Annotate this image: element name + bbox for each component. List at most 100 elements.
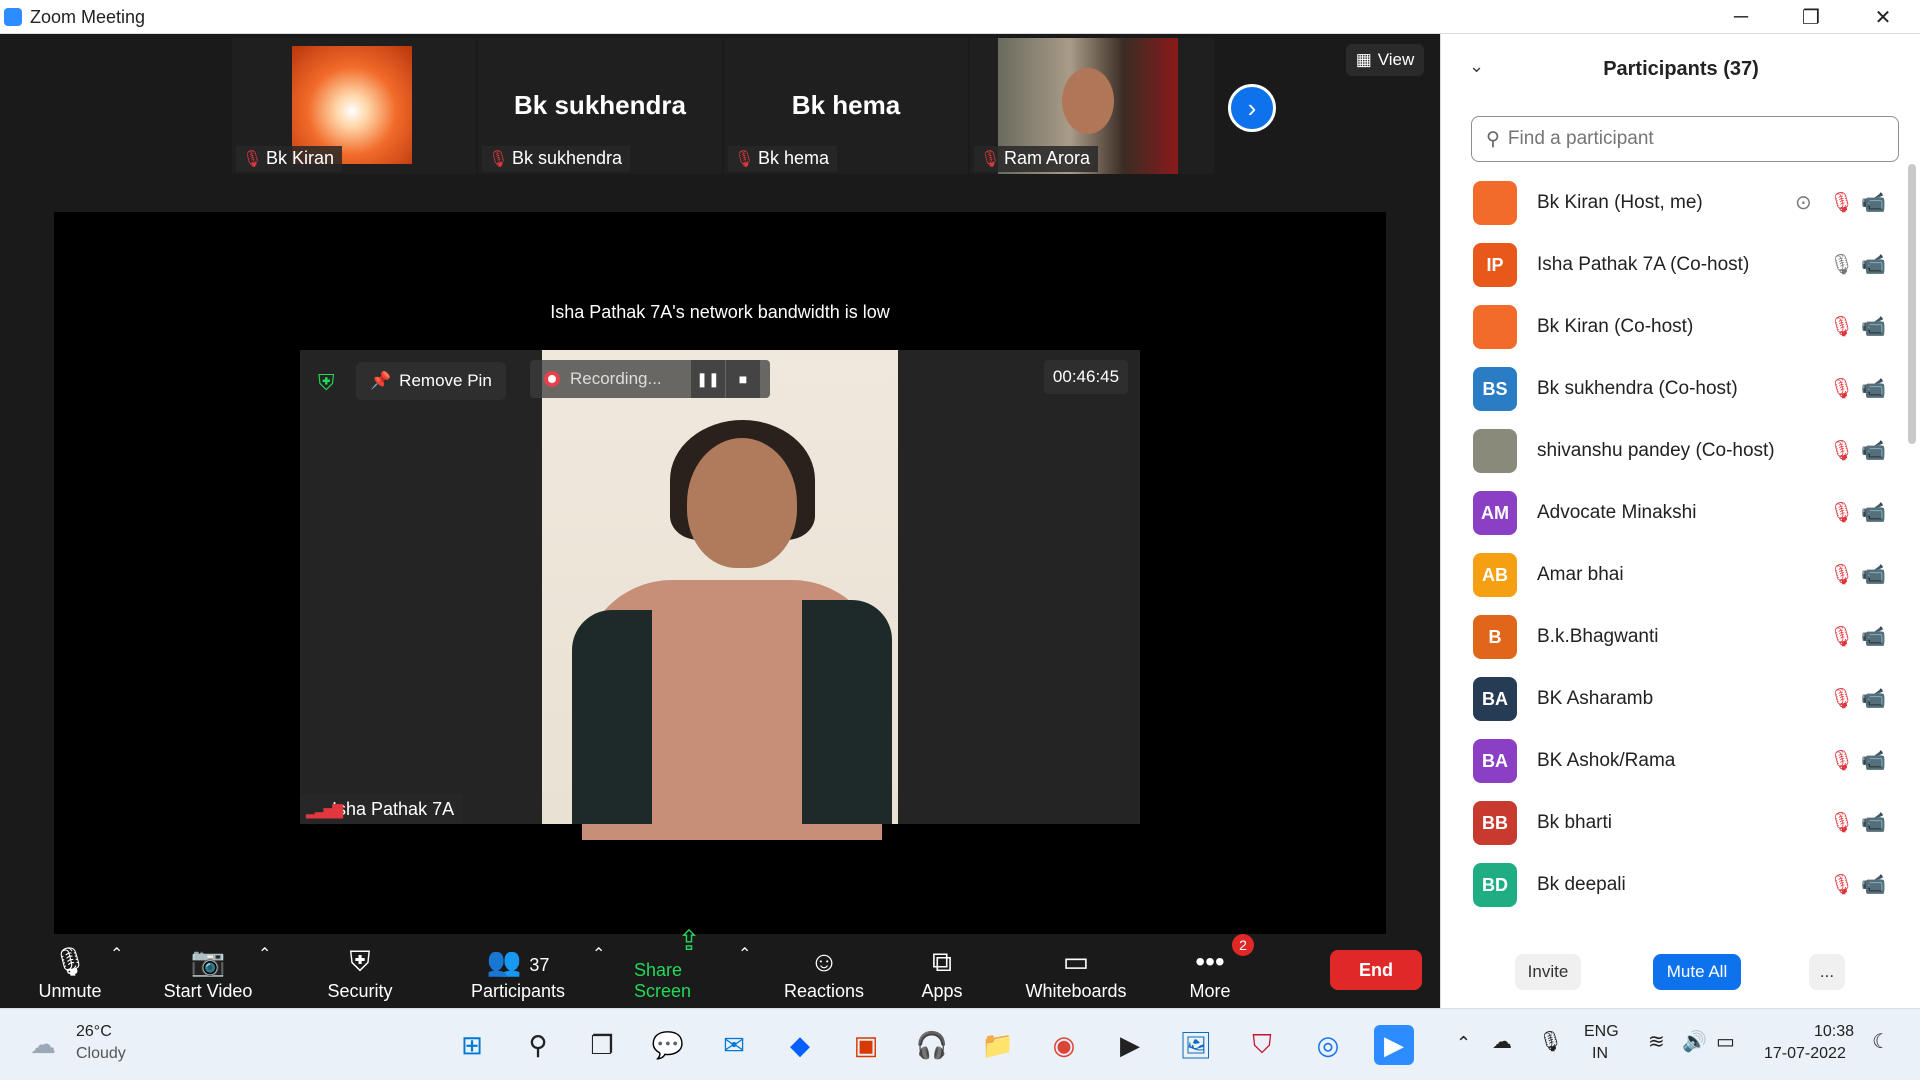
pause-recording-button[interactable]: ❚❚ xyxy=(691,360,725,398)
participant-row[interactable]: BA BK Asharamb 🎙 📹 xyxy=(1441,668,1901,730)
mic-muted-icon[interactable]: 🎙 xyxy=(1829,438,1854,463)
start-video-button[interactable]: 📷 Start Video xyxy=(158,934,258,1008)
mic-muted-icon[interactable]: 🎙 xyxy=(1829,624,1854,649)
media-player-icon[interactable]: ▶ xyxy=(1110,1025,1150,1065)
language-region[interactable]: IN xyxy=(1592,1045,1608,1063)
focus-moon-icon[interactable]: ☾ xyxy=(1872,1029,1890,1054)
participant-name: Ram Arora xyxy=(1004,148,1091,168)
chrome-icon[interactable]: ◉ xyxy=(1044,1025,1084,1065)
photos-icon[interactable]: 🖼 xyxy=(1176,1025,1216,1065)
mic-muted-icon[interactable]: 🎙 xyxy=(1829,810,1854,835)
battery-icon[interactable]: ▭ xyxy=(1716,1029,1735,1054)
search-icon[interactable]: ⚲ xyxy=(518,1025,558,1065)
mail-icon[interactable]: ✉ xyxy=(714,1025,754,1065)
dropbox-icon[interactable]: ◆ xyxy=(780,1025,820,1065)
participant-row[interactable]: Bk Kiran (Host, me) ⊙ 🎙 📹 xyxy=(1441,172,1901,234)
participant-row[interactable]: BS Bk sukhendra (Co-host) 🎙 📹 xyxy=(1441,358,1901,420)
view-button[interactable]: ▦ View xyxy=(1346,44,1424,76)
video-off-icon[interactable]: 📹 xyxy=(1861,624,1886,649)
pinned-video[interactable]: ⛨ 📌 Remove Pin Recording... ❚❚ ■ 00:46:45… xyxy=(300,350,1140,840)
mic-muted-icon[interactable]: 🎙 xyxy=(1829,748,1854,773)
participant-row[interactable]: AB Amar bhai 🎙 📹 xyxy=(1441,544,1901,606)
video-off-icon[interactable]: 📹 xyxy=(1861,562,1886,587)
encryption-shield-icon[interactable]: ⛨ xyxy=(318,370,335,396)
search-input[interactable] xyxy=(1507,128,1868,150)
video-off-icon[interactable]: 📹 xyxy=(1861,872,1886,897)
apps-button[interactable]: ⧉ Apps xyxy=(912,934,972,1008)
show-hidden-icons-chevron[interactable]: ⌃ xyxy=(1456,1033,1471,1054)
participant-search[interactable]: ⚲ xyxy=(1471,116,1899,162)
whiteboards-button[interactable]: ▭ Whiteboards xyxy=(1018,934,1134,1008)
language-code[interactable]: ENG xyxy=(1584,1023,1619,1041)
task-view-icon[interactable]: ❐ xyxy=(582,1025,622,1065)
security-button[interactable]: ⛨ Security xyxy=(320,934,400,1008)
windows-start-icon[interactable]: ⊞ xyxy=(452,1025,492,1065)
participant-row[interactable]: shivanshu pandey (Co-host) 🎙 📹 xyxy=(1441,420,1901,482)
share-options-caret[interactable]: ⌃ xyxy=(738,944,751,964)
weather-description[interactable]: Cloudy xyxy=(76,1045,126,1063)
video-off-icon[interactable]: 📹 xyxy=(1861,686,1886,711)
mic-muted-icon[interactable]: 🎙 xyxy=(1829,686,1854,711)
reactions-button[interactable]: ☺ Reactions xyxy=(782,934,866,1008)
pin-icon: 📌 xyxy=(370,371,392,390)
clock-date[interactable]: 17-07-2022 xyxy=(1764,1045,1846,1063)
mcafee-icon[interactable]: ⛉ xyxy=(1242,1025,1282,1065)
video-off-icon[interactable]: 📹 xyxy=(1861,810,1886,835)
thumbnail-bk-sukhendra[interactable]: Bk sukhendra 🎙 Bk sukhendra xyxy=(478,38,722,174)
video-off-icon[interactable]: 📹 xyxy=(1861,190,1886,215)
mute-all-button[interactable]: Mute All xyxy=(1653,954,1741,990)
participant-row[interactable]: IP Isha Pathak 7A (Co-host) 🎙 📹 xyxy=(1441,234,1901,296)
video-off-icon[interactable]: 📹 xyxy=(1861,500,1886,525)
video-off-icon[interactable]: 📹 xyxy=(1861,376,1886,401)
invite-button[interactable]: Invite xyxy=(1515,954,1581,990)
unmute-button[interactable]: 🎙 Unmute xyxy=(30,934,110,1008)
video-options-caret[interactable]: ⌃ xyxy=(258,944,271,964)
participant-row[interactable]: BD Bk deepali 🎙 📹 xyxy=(1441,854,1901,916)
wifi-icon[interactable]: ≋ xyxy=(1648,1029,1665,1054)
webcam-app-icon[interactable]: ◎ xyxy=(1308,1025,1348,1065)
clock-time[interactable]: 10:38 xyxy=(1814,1023,1854,1041)
teams-chat-icon[interactable]: 💬 xyxy=(648,1025,688,1065)
mic-muted-icon[interactable]: 🎙 xyxy=(1829,872,1854,897)
stop-recording-button[interactable]: ■ xyxy=(726,360,760,398)
mic-icon[interactable]: 🎙 xyxy=(1829,252,1854,277)
weather-temperature[interactable]: 26°C xyxy=(76,1023,112,1041)
video-off-icon[interactable]: 📹 xyxy=(1861,314,1886,339)
more-button[interactable]: ••• More xyxy=(1180,934,1240,1008)
video-icon[interactable]: 📹 xyxy=(1861,252,1886,277)
participant-row[interactable]: BB Bk bharti 🎙 📹 xyxy=(1441,792,1901,854)
thumbnail-bk-hema[interactable]: Bk hema 🎙 Bk hema xyxy=(724,38,968,174)
thumbnail-bk-kiran[interactable]: 🎙 Bk Kiran xyxy=(232,38,476,174)
microphone-icon[interactable]: 🎙 xyxy=(1538,1029,1563,1054)
participants-button[interactable]: 👥 37 Participants xyxy=(466,934,570,1008)
video-off-icon[interactable]: 📹 xyxy=(1861,438,1886,463)
list-scrollbar[interactable] xyxy=(1908,164,1916,444)
audio-options-caret[interactable]: ⌃ xyxy=(110,944,123,964)
mic-muted-icon[interactable]: 🎙 xyxy=(1829,314,1854,339)
mic-muted-icon[interactable]: 🎙 xyxy=(1829,562,1854,587)
more-options-button[interactable]: ... xyxy=(1809,954,1845,990)
restore-button[interactable]: ❐ xyxy=(1776,0,1846,34)
participant-row[interactable]: B B.k.Bhagwanti 🎙 📹 xyxy=(1441,606,1901,668)
participant-row[interactable]: AM Advocate Minakshi 🎙 📹 xyxy=(1441,482,1901,544)
participants-options-caret[interactable]: ⌃ xyxy=(592,944,605,964)
close-button[interactable]: ✕ xyxy=(1848,0,1918,34)
next-page-button[interactable]: › xyxy=(1228,84,1276,132)
onedrive-icon[interactable]: ☁ xyxy=(1492,1029,1512,1054)
mic-muted-icon[interactable]: 🎙 xyxy=(1829,376,1854,401)
thumbnail-ram-arora[interactable]: 🎙 Ram Arora xyxy=(970,38,1214,174)
minimize-button[interactable]: ─ xyxy=(1706,0,1776,34)
file-explorer-icon[interactable]: 📁 xyxy=(978,1025,1018,1065)
volume-icon[interactable]: 🔊 xyxy=(1682,1029,1707,1054)
audio-app-icon[interactable]: 🎧 xyxy=(912,1025,952,1065)
mic-muted-icon[interactable]: 🎙 xyxy=(1829,500,1854,525)
zoom-taskbar-icon[interactable]: ▶ xyxy=(1374,1025,1414,1065)
participant-row[interactable]: BA BK Ashok/Rama 🎙 📹 xyxy=(1441,730,1901,792)
share-screen-button[interactable]: ⇪ Share Screen xyxy=(634,925,744,1008)
mic-muted-icon[interactable]: 🎙 xyxy=(1829,190,1854,215)
participant-row[interactable]: Bk Kiran (Co-host) 🎙 📹 xyxy=(1441,296,1901,358)
office-icon[interactable]: ▣ xyxy=(846,1025,886,1065)
remove-pin-button[interactable]: 📌 Remove Pin xyxy=(356,362,506,400)
end-meeting-button[interactable]: End xyxy=(1330,950,1422,990)
video-off-icon[interactable]: 📹 xyxy=(1861,748,1886,773)
